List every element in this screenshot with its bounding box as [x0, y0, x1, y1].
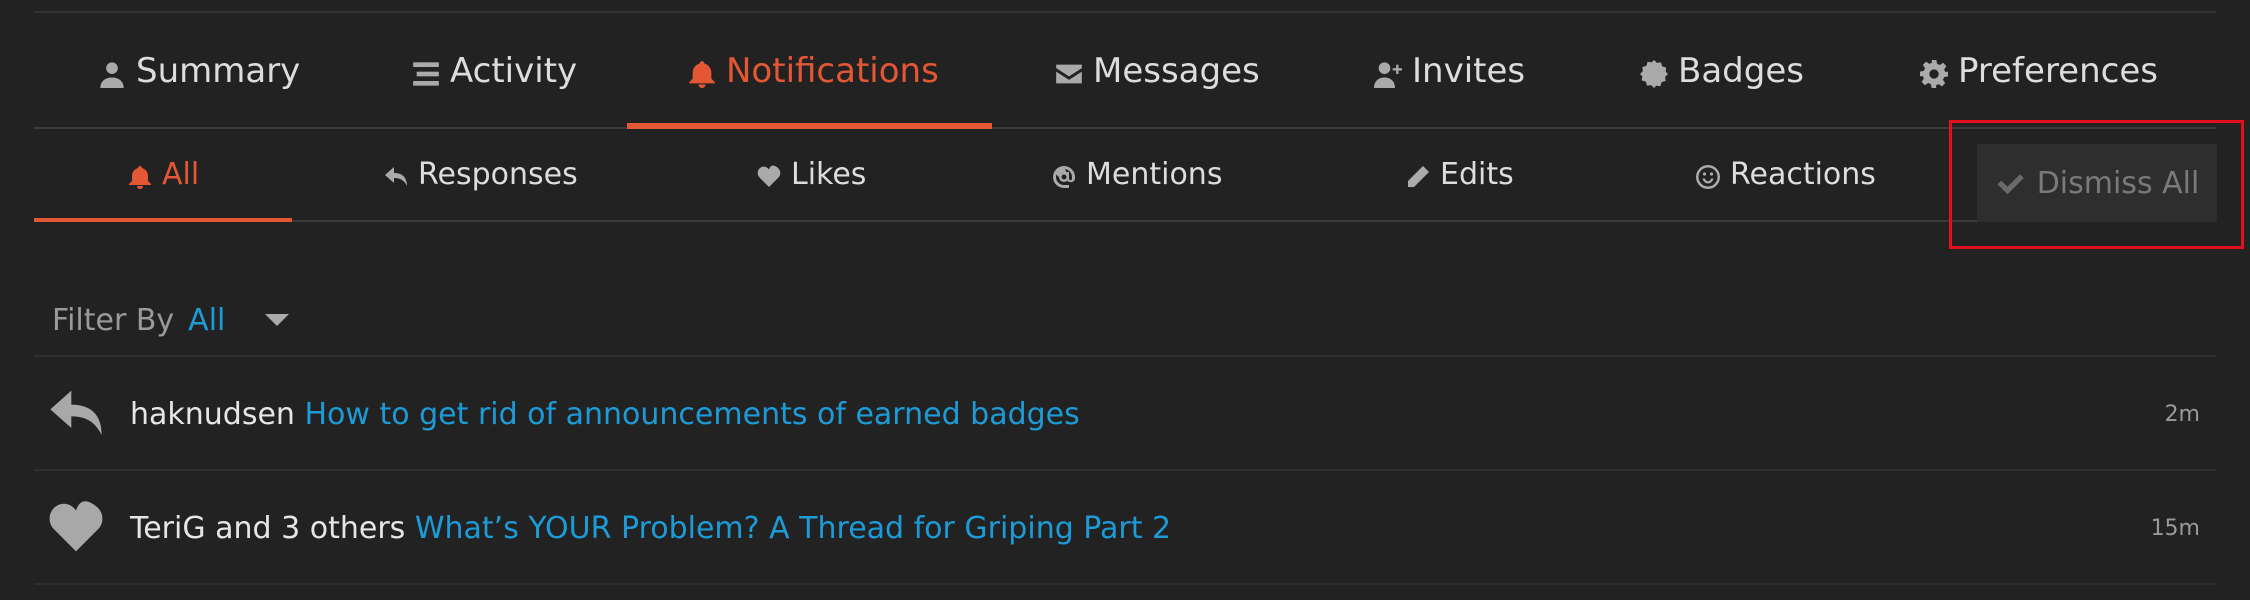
- stream-icon: [412, 57, 440, 86]
- tab-activity-label: Activity: [450, 50, 578, 91]
- subtab-all-label: All: [162, 156, 200, 192]
- at-icon: [1052, 162, 1076, 188]
- user-plus-icon: [1374, 57, 1402, 88]
- tab-preferences[interactable]: Preferences: [1920, 14, 2158, 127]
- subtab-reactions-label: Reactions: [1730, 156, 1876, 192]
- tab-invites[interactable]: Invites: [1374, 14, 1525, 127]
- notification-text: TeriG and 3 others What’s YOUR Problem? …: [130, 511, 1171, 546]
- reply-icon: [48, 386, 104, 442]
- heart-icon: [757, 162, 781, 187]
- user-icon: [98, 57, 126, 88]
- subtab-all[interactable]: All: [128, 128, 199, 220]
- top-divider: [34, 11, 2216, 13]
- filter-bar: Filter By All: [52, 300, 290, 340]
- tab-notifications[interactable]: Notifications: [688, 14, 939, 127]
- subtab-likes-label: Likes: [791, 156, 867, 192]
- tab-messages[interactable]: Messages: [1055, 14, 1260, 127]
- caret-down-icon[interactable]: [265, 314, 290, 326]
- user-main-nav: Summary Activity Notifications Messages …: [34, 14, 2216, 129]
- pencil-icon: [1406, 162, 1430, 187]
- subtab-responses[interactable]: Responses: [384, 128, 578, 220]
- active-subtab-underline: [34, 218, 292, 222]
- subtab-responses-label: Responses: [418, 156, 578, 192]
- tab-messages-label: Messages: [1093, 50, 1260, 91]
- certificate-icon: [1640, 57, 1668, 88]
- notification-user: TeriG and 3 others: [130, 510, 406, 546]
- subtab-mentions-label: Mentions: [1086, 156, 1223, 192]
- tab-summary[interactable]: Summary: [98, 14, 300, 127]
- reply-icon: [384, 162, 408, 186]
- bell-icon: [688, 57, 716, 88]
- subtab-mentions[interactable]: Mentions: [1052, 128, 1222, 220]
- notification-user: haknudsen: [130, 396, 295, 432]
- subtab-likes[interactable]: Likes: [757, 128, 866, 220]
- notifications-sub-nav: All Responses Likes Mentions Edits React…: [34, 128, 2216, 222]
- filter-label: Filter By: [52, 302, 175, 338]
- notification-time: 15m: [2150, 515, 2200, 541]
- notification-item[interactable]: haknudsen How to get rid of announcement…: [34, 357, 2216, 471]
- heart-icon: [48, 500, 104, 556]
- check-icon: [1995, 168, 2025, 198]
- smile-icon: [1696, 162, 1720, 189]
- subtab-edits-label: Edits: [1440, 156, 1514, 192]
- tab-badges[interactable]: Badges: [1640, 14, 1804, 127]
- envelope-icon: [1055, 57, 1083, 85]
- tab-badges-label: Badges: [1678, 50, 1804, 91]
- notification-text: haknudsen How to get rid of announcement…: [130, 397, 1080, 432]
- gear-icon: [1920, 57, 1948, 88]
- notification-topic-link[interactable]: What’s YOUR Problem? A Thread for Gripin…: [415, 511, 1171, 546]
- dismiss-all-button[interactable]: Dismiss All: [1977, 144, 2217, 222]
- notification-time: 2m: [2164, 401, 2200, 427]
- notification-topic-link[interactable]: How to get rid of announcements of earne…: [305, 397, 1080, 432]
- dismiss-all-label: Dismiss All: [2036, 165, 2200, 201]
- notification-item[interactable]: TeriG and 3 others What’s YOUR Problem? …: [34, 471, 2216, 585]
- tab-preferences-label: Preferences: [1958, 50, 2158, 91]
- tab-activity[interactable]: Activity: [412, 14, 577, 127]
- tab-summary-label: Summary: [136, 50, 301, 91]
- list-divider: [34, 583, 2216, 585]
- bell-icon: [128, 162, 152, 189]
- tab-invites-label: Invites: [1412, 50, 1526, 91]
- filter-dropdown[interactable]: All: [188, 303, 225, 338]
- subtab-edits[interactable]: Edits: [1406, 128, 1514, 220]
- tab-notifications-label: Notifications: [726, 50, 939, 91]
- subtab-reactions[interactable]: Reactions: [1696, 128, 1876, 220]
